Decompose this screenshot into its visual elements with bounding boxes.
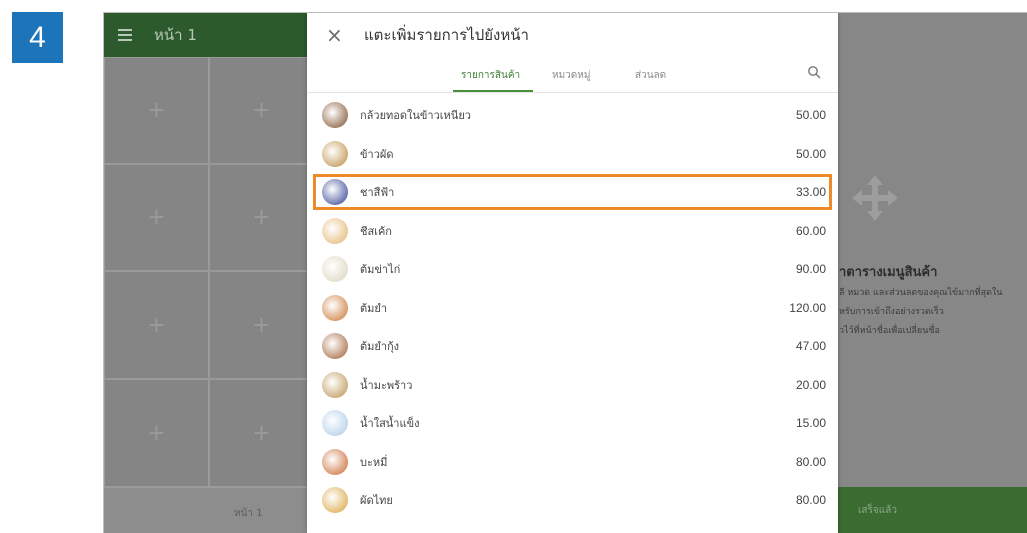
product-row[interactable]: ผัดไทย 80.00 [307,481,838,519]
product-thumbnail-icon [322,448,348,475]
tab-discounts[interactable]: ส่วนลด [635,68,666,83]
add-item-panel: × แตะเพิ่มรายการไปยังหน้า รายการสินค้า ห… [307,13,838,533]
panel-header: × แตะเพิ่มรายการไปยังหน้า [307,13,838,57]
panel-tabs: รายการสินค้า หมวดหมู่ ส่วนลด [307,57,838,93]
product-thumbnail-icon [322,333,348,359]
product-thumbnail-icon [322,102,348,128]
product-row[interactable]: ต้มข่าไก่ 90.00 [307,250,838,288]
background-hint-line: หรับการเข้าถึงอย่างรวดเร็ว [839,307,944,317]
close-icon[interactable]: × [326,25,346,45]
background-page-title: หน้า 1 [154,26,197,44]
product-price: 50.00 [795,146,826,161]
product-thumbnail-icon [322,487,348,513]
product-name: กล้วยทอดในข้าวเหนียว [360,109,471,122]
background-top-bar: หน้า 1 [104,13,314,57]
background-bottom-bar: หน้า 1 [104,487,314,533]
product-thumbnail-icon [322,410,348,436]
product-name: น้ำใสน้ำแข็ง [360,417,420,430]
selected-item-highlight [313,174,832,210]
background-hint-line: ลี หมวด และส่วนลดของคุณไข้มากที่สุดใน [839,288,1003,298]
product-price: 120.00 [789,300,826,315]
done-button-label: เสร็จแล้ว [858,505,897,516]
product-price: 80.00 [795,493,826,507]
product-name: ต้มยำ [360,301,388,315]
product-name: น้ำมะพร้าว [360,378,413,392]
product-price: 47.00 [795,339,826,353]
grid-cell[interactable]: + [209,379,314,487]
background-hint-line: วไว้ที่หน้าชื่อเพื่อเปลี่ยนชื่อ [839,326,940,336]
product-name: บะหมี่ [360,455,388,469]
product-row[interactable]: น้ำมะพร้าว 20.00 [307,366,838,404]
menu-icon[interactable] [118,26,132,44]
grid-cell[interactable]: + [209,57,314,164]
product-thumbnail-icon [322,256,348,282]
search-icon[interactable] [807,65,821,79]
product-row[interactable]: ข้าวผัด 50.00 [307,135,838,173]
product-thumbnail-icon [322,140,348,167]
background-page-tab[interactable]: หน้า 1 [234,506,263,521]
product-thumbnail-icon [322,371,348,398]
product-name: ต้มยำกุ้ง [360,340,400,353]
move-arrows-icon [852,175,898,221]
product-price: 20.00 [795,377,826,392]
panel-title: แตะเพิ่มรายการไปยังหน้า [364,26,529,44]
grid-cell[interactable]: + [209,164,314,271]
grid-cell[interactable]: + [104,379,209,487]
product-price: 60.00 [795,223,826,238]
grid-cell[interactable]: + [104,271,209,379]
grid-cell[interactable]: + [104,164,209,271]
product-thumbnail-icon [322,217,348,244]
tab-categories[interactable]: หมวดหมู่ [552,68,590,83]
product-row[interactable]: กล้วยทอดในข้าวเหนียว 50.00 [307,96,838,134]
product-name: ข้าวผัด [360,147,394,161]
product-name: ชีสเค้ก [360,224,392,238]
grid-cell[interactable]: + [209,271,314,379]
product-row[interactable]: ชีสเค้ก 60.00 [307,212,838,250]
product-price: 80.00 [795,454,826,469]
product-row[interactable]: ต้มยำ 120.00 [307,289,838,327]
product-name: ต้มข่าไก่ [360,263,401,276]
product-thumbnail-icon [322,294,348,321]
active-tab-indicator [453,90,533,92]
grid-cell[interactable]: + [104,57,209,164]
product-row[interactable]: น้ำใสน้ำแข็ง 15.00 [307,404,838,442]
background-right-area [838,13,1027,487]
app-screenshot: หน้า 1 + + + + + + + + หน้า 1 าตารางเมนู… [103,12,1027,533]
step-number-badge: 4 [12,12,63,63]
background-grid: + + + + + + + + [104,57,314,487]
product-price: 50.00 [795,108,826,122]
product-row[interactable]: ต้มยำกุ้ง 47.00 [307,327,838,365]
product-name: ผัดไทย [360,494,393,507]
product-price: 15.00 [795,416,826,430]
product-price: 90.00 [795,262,826,276]
done-button[interactable]: เสร็จแล้ว [838,487,1027,533]
product-row[interactable]: บะหมี่ 80.00 [307,443,838,481]
background-hint-title: าตารางเมนูสินค้า [839,265,938,280]
tab-items[interactable]: รายการสินค้า [461,68,520,83]
